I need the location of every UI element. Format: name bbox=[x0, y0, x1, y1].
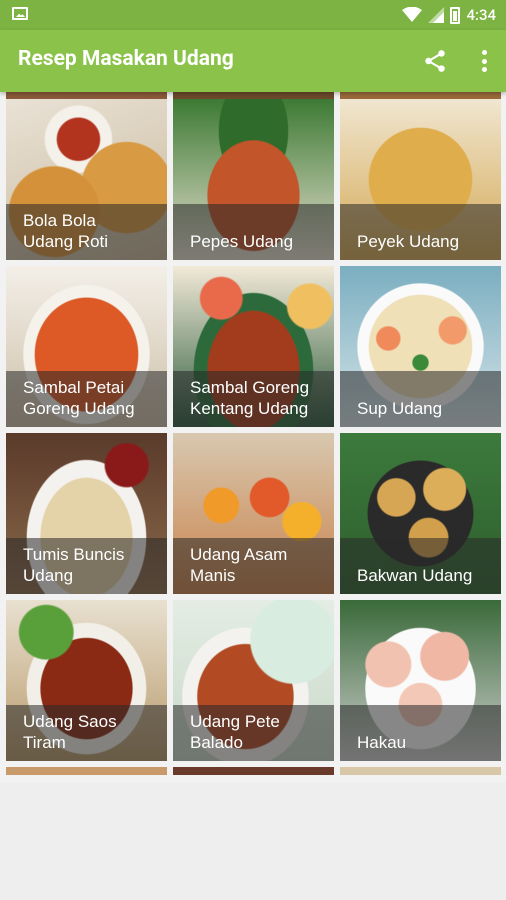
partial-tile bbox=[6, 767, 167, 775]
recipe-tile[interactable]: Udang Saos Tiram bbox=[6, 600, 167, 761]
recipe-label: Pepes Udang bbox=[190, 232, 294, 251]
status-bar: 4:34 bbox=[0, 0, 506, 30]
recipe-tile[interactable]: Hakau bbox=[340, 600, 501, 761]
recipe-caption: Udang Saos Tiram bbox=[6, 705, 167, 761]
recipe-tile[interactable]: Bakwan Udang bbox=[340, 433, 501, 594]
recipe-caption: Udang Asam Manis bbox=[173, 538, 334, 594]
status-icons: 4:34 bbox=[402, 6, 496, 24]
recipe-caption: Sup Udang bbox=[340, 371, 501, 427]
recipe-label: Udang Asam Manis bbox=[190, 545, 288, 585]
recipe-label: Bola Bola Udang Roti bbox=[23, 211, 109, 251]
recipe-caption: Bakwan Udang bbox=[340, 538, 501, 594]
recipe-label: Sambal Petai Goreng Udang bbox=[23, 378, 135, 418]
recipe-tile[interactable]: Sambal Goreng Kentang Udang bbox=[173, 266, 334, 427]
more-options-icon[interactable] bbox=[480, 50, 488, 72]
recipe-tile[interactable]: Udang Pete Balado bbox=[173, 600, 334, 761]
recipe-tile[interactable]: Sambal Petai Goreng Udang bbox=[6, 266, 167, 427]
recipe-caption: Peyek Udang bbox=[340, 204, 501, 260]
recipe-tile[interactable]: Sup Udang bbox=[340, 266, 501, 427]
recipe-label: Peyek Udang bbox=[357, 232, 460, 251]
signal-icon bbox=[428, 7, 445, 23]
recipe-label: Sambal Goreng Kentang Udang bbox=[190, 378, 310, 418]
recipe-label: Tumis Buncis Udang bbox=[23, 545, 125, 585]
gallery-notification-icon bbox=[12, 7, 28, 20]
recipe-caption: Bola Bola Udang Roti bbox=[6, 204, 167, 260]
battery-icon bbox=[450, 6, 461, 24]
partial-tile bbox=[173, 767, 334, 775]
app-title: Resep Masakan Udang bbox=[18, 47, 234, 71]
wifi-icon bbox=[402, 7, 423, 22]
recipe-caption: Sambal Goreng Kentang Udang bbox=[173, 371, 334, 427]
recipe-tile[interactable]: Pepes Udang bbox=[173, 99, 334, 260]
recipe-tile[interactable]: Tumis Buncis Udang bbox=[6, 433, 167, 594]
recipe-label: Bakwan Udang bbox=[357, 566, 473, 585]
empty-area bbox=[0, 782, 506, 900]
recipe-caption: Hakau bbox=[340, 705, 501, 761]
recipe-tile[interactable]: Udang Asam Manis bbox=[173, 433, 334, 594]
recipe-label: Sup Udang bbox=[357, 399, 443, 418]
recipe-caption: Udang Pete Balado bbox=[173, 705, 334, 761]
recipe-tile[interactable]: Bola Bola Udang Roti bbox=[6, 99, 167, 260]
app-bar: Resep Masakan Udang bbox=[0, 30, 506, 92]
recipe-caption: Sambal Petai Goreng Udang bbox=[6, 371, 167, 427]
recipe-label: Udang Pete Balado bbox=[190, 712, 280, 752]
status-time: 4:34 bbox=[466, 6, 496, 24]
share-icon[interactable] bbox=[422, 48, 448, 74]
recipe-caption: Tumis Buncis Udang bbox=[6, 538, 167, 594]
recipe-tile[interactable]: Peyek Udang bbox=[340, 99, 501, 260]
partial-tile bbox=[340, 767, 501, 775]
recipe-caption: Pepes Udang bbox=[173, 204, 334, 260]
recipe-label: Udang Saos Tiram bbox=[23, 712, 117, 752]
recipe-grid: Bola Bola Udang Roti Pepes Udang Peyek Ud… bbox=[0, 92, 506, 782]
recipe-label: Hakau bbox=[357, 733, 407, 752]
